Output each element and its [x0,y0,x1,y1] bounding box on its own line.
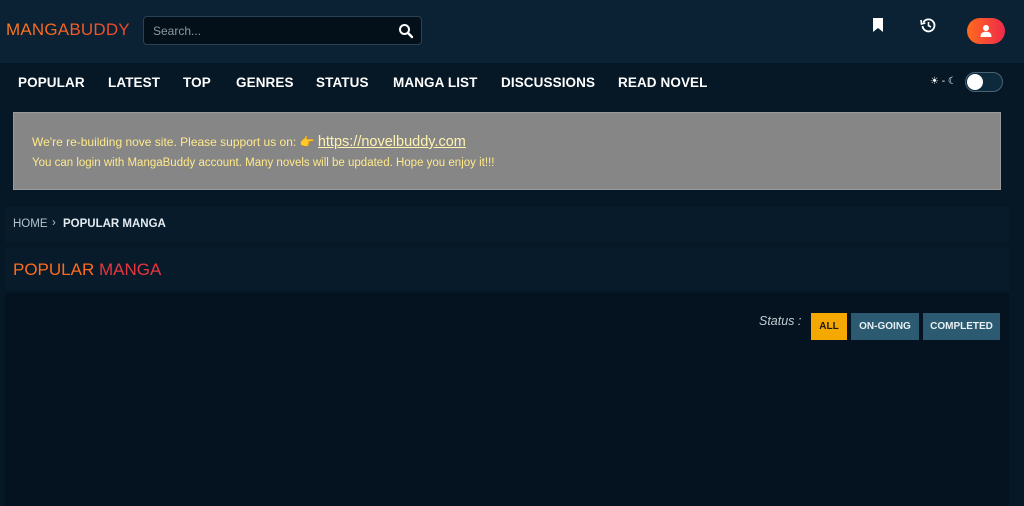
nav-genres[interactable]: GENRES [236,75,294,90]
toggle-knob [967,74,983,90]
status-filter-label: Status : [759,314,802,328]
nav-popular[interactable]: POPULAR [18,75,85,90]
announcement-line-2: You can login with MangaBuddy account. M… [32,157,495,169]
breadcrumb-separator: › [52,217,56,229]
nav-read-novel[interactable]: READ NOVEL [618,75,708,90]
theme-switcher: ☀ - ☾ [930,72,1005,92]
site-header: MANGABUDDY [0,0,1024,63]
search-box [143,16,422,45]
page-title-part-1: POPULAR [13,260,99,279]
page-title-bar: POPULAR MANGA [5,248,1009,290]
theme-toggle[interactable] [965,72,1003,92]
main-nav: POPULAR LATEST TOP GENRES STATUS MANGA L… [0,63,1024,103]
user-icon [980,25,992,37]
breadcrumb-home[interactable]: HOME [13,218,48,230]
theme-label: ☀ - ☾ [930,76,957,87]
filter-completed-button[interactable]: COMPLETED [923,313,1000,340]
nav-discussions[interactable]: DISCUSSIONS [501,75,595,90]
search-input[interactable] [144,17,389,44]
bookmark-icon[interactable] [870,17,886,33]
breadcrumb-current: POPULAR MANGA [63,218,166,230]
announcement-line-1: We're re-building nove site. Please supp… [32,134,466,150]
page-title-part-2: MANGA [98,260,162,279]
announcement-text: We're re-building nove site. Please supp… [32,135,315,149]
search-icon[interactable] [397,22,415,40]
history-icon[interactable] [920,17,936,33]
page-title: POPULAR MANGA [13,260,161,280]
nav-manga-list[interactable]: MANGA LIST [393,75,478,90]
novelbuddy-link[interactable]: https://novelbuddy.com [318,134,466,150]
breadcrumb: HOME › POPULAR MANGA [5,207,1009,242]
filter-all-button[interactable]: ALL [811,313,847,340]
nav-latest[interactable]: LATEST [108,75,160,90]
manga-list-panel: Status : ALL ON-GOING COMPLETED [5,293,1009,506]
filter-ongoing-button[interactable]: ON-GOING [851,313,919,340]
site-logo[interactable]: MANGABUDDY [6,20,130,40]
nav-top[interactable]: TOP [183,75,211,90]
nav-status[interactable]: STATUS [316,75,369,90]
user-avatar-button[interactable] [967,18,1005,44]
announcement-banner: We're re-building nove site. Please supp… [13,112,1001,190]
